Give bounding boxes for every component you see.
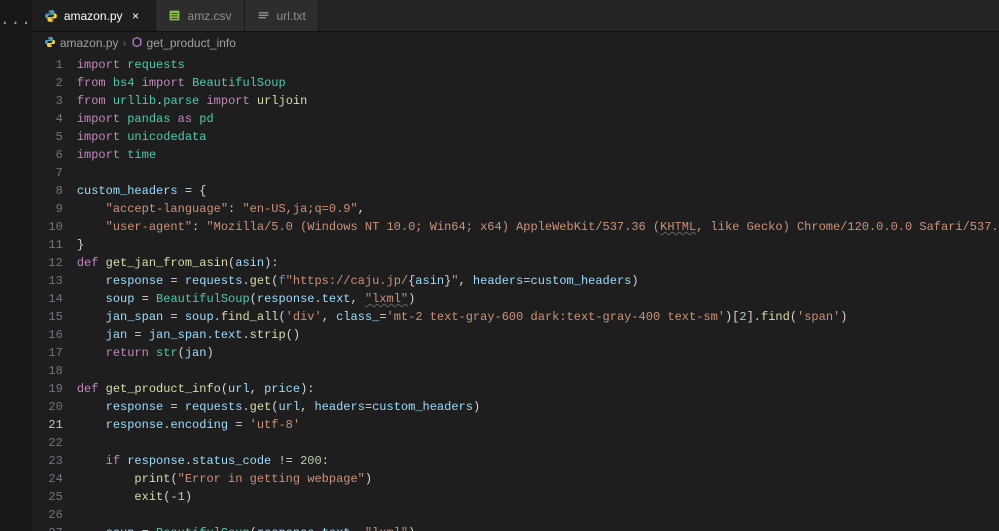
code-line[interactable]: jan_span = soup.find_all('div', class_='… — [77, 308, 999, 326]
line-number: 26 — [32, 506, 63, 524]
line-number: 5 — [32, 128, 63, 146]
code-line[interactable]: response.encoding = 'utf-8' — [77, 416, 999, 434]
code-line[interactable]: } — [77, 236, 999, 254]
code-content[interactable]: import requestsfrom bs4 import Beautiful… — [77, 54, 999, 531]
line-number: 3 — [32, 92, 63, 110]
line-number: 11 — [32, 236, 63, 254]
csv-file-icon — [168, 9, 182, 23]
breadcrumb[interactable]: amazon.py › get_product_info — [32, 32, 999, 54]
tab-amz-csv[interactable]: amz.csv — [156, 0, 245, 31]
tab-label: url.txt — [277, 9, 306, 23]
breadcrumb-symbol[interactable]: get_product_info — [147, 36, 236, 50]
line-number: 1 — [32, 56, 63, 74]
line-number: 2 — [32, 74, 63, 92]
code-line[interactable]: "accept-language": "en-US,ja;q=0.9", — [77, 200, 999, 218]
code-line[interactable]: return str(jan) — [77, 344, 999, 362]
line-number: 20 — [32, 398, 63, 416]
code-line[interactable] — [77, 362, 999, 380]
line-number: 25 — [32, 488, 63, 506]
code-line[interactable]: def get_jan_from_asin(asin): — [77, 254, 999, 272]
code-line[interactable]: from bs4 import BeautifulSoup — [77, 74, 999, 92]
activity-bar: ··· — [0, 0, 32, 531]
code-line[interactable]: import pandas as pd — [77, 110, 999, 128]
editor-main: amazon.py × amz.csv url.txt amazon.py › get… — [32, 0, 999, 531]
line-number: 21 — [32, 416, 63, 434]
code-line[interactable]: exit(-1) — [77, 488, 999, 506]
code-line[interactable]: from urllib.parse import urljoin — [77, 92, 999, 110]
tab-label: amazon.py — [64, 9, 123, 23]
py-file-icon — [44, 9, 58, 23]
txt-file-icon — [257, 9, 271, 23]
line-number: 14 — [32, 290, 63, 308]
line-number: 15 — [32, 308, 63, 326]
breadcrumb-file[interactable]: amazon.py — [60, 36, 119, 50]
line-number: 6 — [32, 146, 63, 164]
line-number: 22 — [32, 434, 63, 452]
line-number: 13 — [32, 272, 63, 290]
line-number: 10 — [32, 218, 63, 236]
tab-label: amz.csv — [188, 9, 232, 23]
code-line[interactable]: "user-agent": "Mozilla/5.0 (Windows NT 1… — [77, 218, 999, 236]
code-line[interactable]: soup = BeautifulSoup(response.text, "lxm… — [77, 290, 999, 308]
line-number: 23 — [32, 452, 63, 470]
symbol-function-icon — [131, 36, 143, 51]
breadcrumb-separator: › — [123, 36, 127, 50]
more-icon[interactable]: ··· — [0, 4, 32, 32]
tab-bar: amazon.py × amz.csv url.txt — [32, 0, 999, 32]
line-number: 8 — [32, 182, 63, 200]
code-line[interactable]: print("Error in getting webpage") — [77, 470, 999, 488]
code-line[interactable]: custom_headers = { — [77, 182, 999, 200]
code-editor[interactable]: 1234567891011121314151617181920212223242… — [32, 54, 999, 531]
code-line[interactable]: soup = BeautifulSoup(response.text, "lxm… — [77, 524, 999, 531]
python-file-icon — [44, 36, 56, 51]
line-number: 12 — [32, 254, 63, 272]
line-number: 27 — [32, 524, 63, 531]
line-number: 17 — [32, 344, 63, 362]
code-line[interactable]: if response.status_code != 200: — [77, 452, 999, 470]
code-line[interactable] — [77, 164, 999, 182]
tab-amazon-py[interactable]: amazon.py × — [32, 0, 156, 31]
line-number-gutter: 1234567891011121314151617181920212223242… — [32, 54, 77, 531]
tab-url-txt[interactable]: url.txt — [245, 0, 319, 31]
code-line[interactable]: import unicodedata — [77, 128, 999, 146]
code-line[interactable]: jan = jan_span.text.strip() — [77, 326, 999, 344]
line-number: 16 — [32, 326, 63, 344]
code-line[interactable]: def get_product_info(url, price): — [77, 380, 999, 398]
line-number: 4 — [32, 110, 63, 128]
line-number: 9 — [32, 200, 63, 218]
code-line[interactable]: response = requests.get(url, headers=cus… — [77, 398, 999, 416]
line-number: 7 — [32, 164, 63, 182]
line-number: 19 — [32, 380, 63, 398]
code-line[interactable]: import time — [77, 146, 999, 164]
close-icon[interactable]: × — [129, 9, 143, 23]
code-line[interactable] — [77, 434, 999, 452]
code-line[interactable] — [77, 506, 999, 524]
line-number: 18 — [32, 362, 63, 380]
line-number: 24 — [32, 470, 63, 488]
code-line[interactable]: response = requests.get(f"https://caju.j… — [77, 272, 999, 290]
code-line[interactable]: import requests — [77, 56, 999, 74]
